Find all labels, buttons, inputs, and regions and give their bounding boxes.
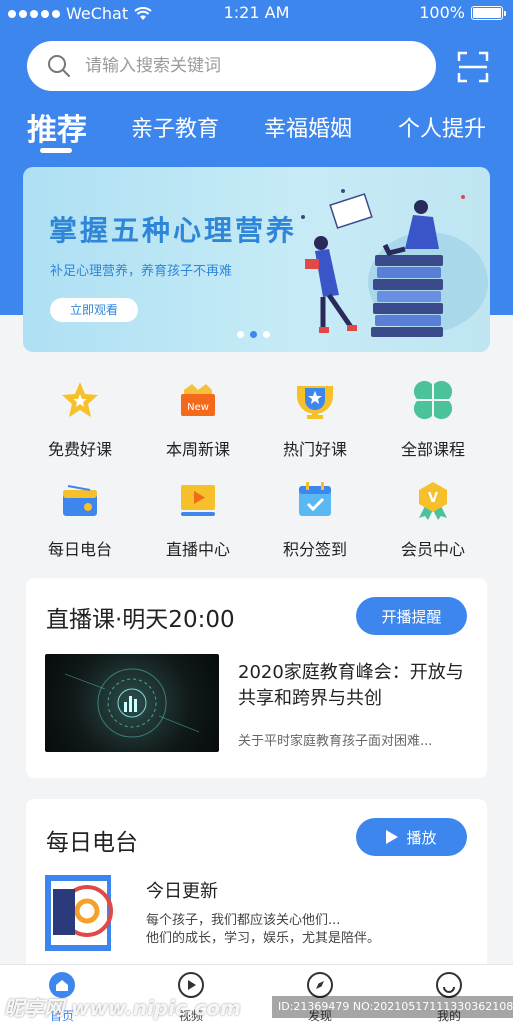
grid-label: 全部课程 — [400, 440, 465, 459]
live-item-description: 关于平时家庭教育孩子面对困难... — [238, 734, 433, 749]
play-button[interactable]: 播放 — [356, 818, 467, 856]
clover-icon — [413, 380, 453, 420]
radio-description: 每个孩子，我们都应该关心他们... 他们的成长，学习，娱乐，尤其是陪伴。 — [146, 912, 380, 948]
live-card-title: 直播课·明天20:00 — [46, 607, 235, 633]
radio-desc-line: 他们的成长，学习，娱乐，尤其是陪伴。 — [146, 931, 381, 946]
grid-item-hot-courses[interactable]: 热门好课 — [260, 380, 370, 460]
banner-dot-active[interactable] — [250, 331, 257, 338]
trophy-icon — [297, 386, 333, 419]
daily-radio-card: 每日电台 播放 今日更新 每个孩子，我们都应该关心他们... 他们的成长，学习，… — [26, 799, 487, 979]
banner-pagination — [237, 331, 270, 338]
grid-label: 热门好课 — [282, 440, 347, 459]
compass-icon — [307, 972, 333, 998]
watermark-id: ID:21369479 NO:20210517111330362108 — [272, 996, 513, 1018]
live-play-icon — [181, 485, 215, 516]
search-icon — [48, 55, 70, 77]
grid-label: 本周新课 — [165, 440, 230, 459]
grid-label: 免费好课 — [47, 440, 112, 459]
star-icon — [62, 382, 98, 417]
play-icon — [386, 830, 399, 844]
svg-text:New: New — [187, 402, 209, 413]
live-reminder-button[interactable]: 开播提醒 — [356, 597, 467, 635]
grid-item-checkin[interactable]: 积分签到 — [260, 480, 370, 560]
banner-subtitle: 补足心理营养，养育孩子不再难 — [50, 264, 233, 279]
grid-item-all-courses[interactable]: 全部课程 — [378, 380, 488, 460]
new-badge-icon: New — [181, 384, 215, 416]
grid-item-vip-center[interactable]: V 会员中心 — [378, 480, 488, 560]
banner-dot[interactable] — [263, 331, 270, 338]
search-bar[interactable] — [27, 41, 436, 91]
live-item-title[interactable]: 2020家庭教育峰会：开放与共享和跨界与共创 — [238, 660, 473, 712]
radio-icon — [63, 485, 97, 516]
watermark-logo: 昵享网 www.nipic.com — [4, 996, 241, 1020]
watch-now-button[interactable]: 立即观看 — [50, 298, 138, 322]
reading-people-illustration — [301, 189, 488, 337]
scan-icon[interactable] — [456, 50, 490, 84]
active-tab-indicator — [40, 148, 72, 153]
battery-percent: 100% — [419, 3, 465, 22]
grid-item-daily-radio[interactable]: 每日电台 — [25, 480, 135, 560]
search-input[interactable] — [85, 56, 405, 76]
svg-text:V: V — [428, 491, 438, 506]
smile-icon — [436, 972, 462, 998]
vip-medal-icon: V — [419, 482, 447, 520]
data-visualization-image — [64, 668, 200, 738]
promo-banner[interactable]: 掌握五种心理营养 补足心理营养，养育孩子不再难 立即观看 — [23, 167, 490, 352]
tab-self-improvement[interactable]: 个人提升 — [398, 111, 486, 143]
banner-title: 掌握五种心理营养 — [49, 214, 298, 247]
tab-recommend[interactable]: 推荐 — [27, 105, 87, 149]
radio-cover-image[interactable] — [45, 875, 121, 951]
grid-label: 会员中心 — [400, 540, 465, 559]
tab-marriage[interactable]: 幸福婚姻 — [264, 111, 352, 143]
live-thumbnail[interactable] — [45, 654, 219, 752]
radio-card-title: 每日电台 — [46, 830, 138, 856]
battery-icon — [471, 5, 506, 20]
grid-label: 积分签到 — [282, 540, 347, 559]
banner-dot[interactable] — [237, 331, 244, 338]
grid-item-free-courses[interactable]: 免费好课 — [25, 380, 135, 460]
grid-item-live-center[interactable]: 直播中心 — [143, 480, 253, 560]
play-label: 播放 — [406, 828, 437, 847]
live-reminder-label: 开播提醒 — [381, 607, 442, 626]
status-right: 100% — [419, 3, 506, 22]
status-bar: WeChat 1:21 AM 100% — [0, 0, 513, 26]
tab-parenting[interactable]: 亲子教育 — [131, 111, 219, 143]
radio-today-label: 今日更新 — [146, 881, 218, 902]
radio-desc-line: 每个孩子，我们都应该关心他们... — [146, 913, 341, 928]
category-tabs: 推荐 亲子教育 幸福婚姻 个人提升 — [0, 103, 513, 155]
grid-item-new-courses[interactable]: New 本周新课 — [143, 380, 253, 460]
live-course-card: 直播课·明天20:00 开播提醒 2020家庭教育峰会：开放与共享和跨界与共创 … — [26, 578, 487, 778]
grid-label: 直播中心 — [165, 540, 230, 559]
calendar-check-icon — [299, 482, 331, 516]
grid-label: 每日电台 — [47, 540, 112, 559]
